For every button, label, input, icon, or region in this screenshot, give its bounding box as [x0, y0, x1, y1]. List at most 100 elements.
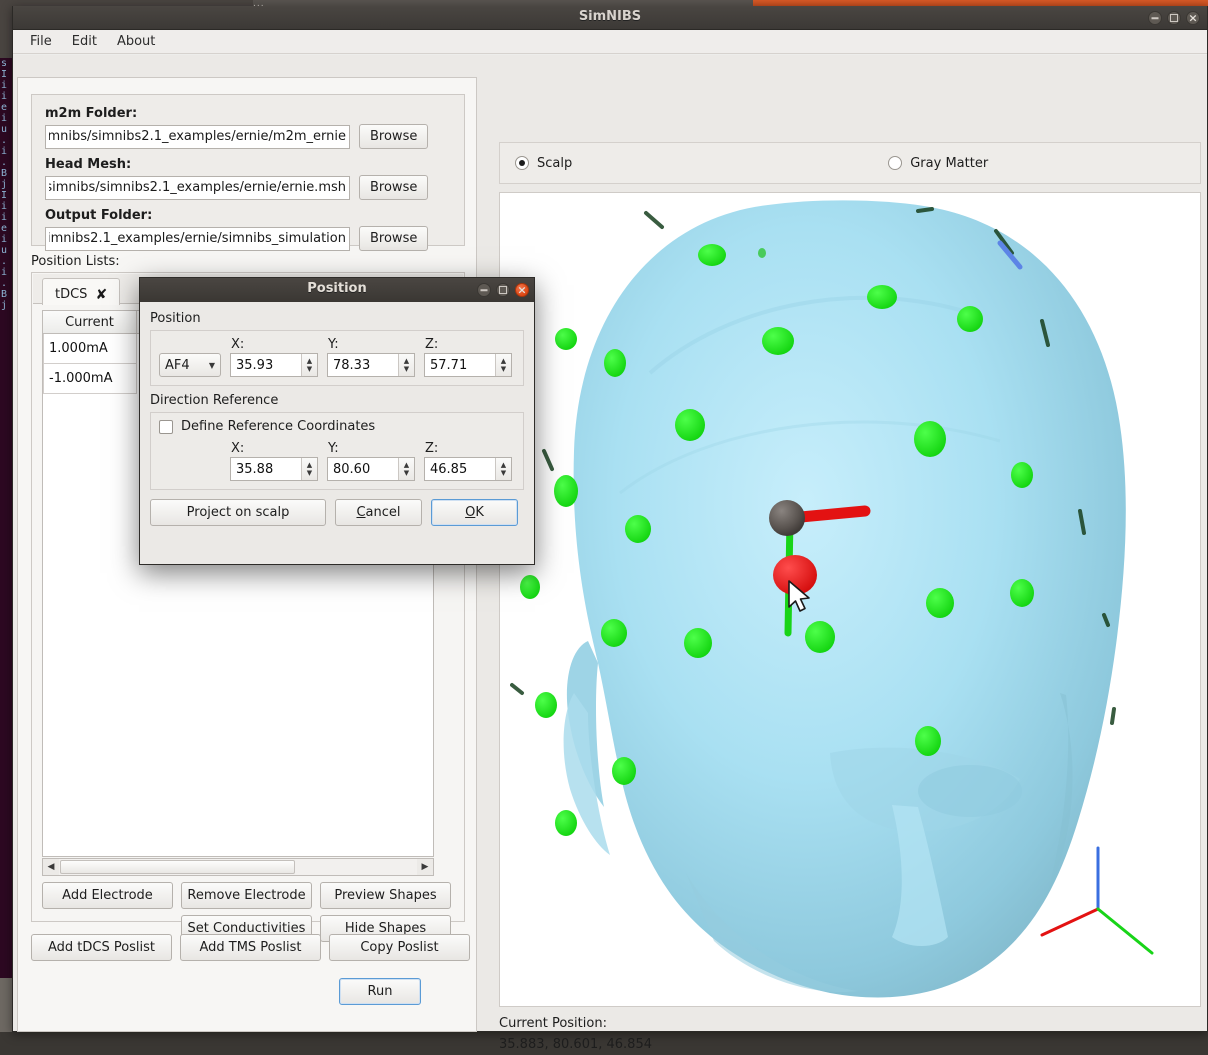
current-position-value: 35.883, 80.601, 46.854 [499, 1034, 1201, 1055]
reference-x-spinbox[interactable]: 35.88 ▲▼ [230, 457, 318, 481]
position-lists-label: Position Lists: [31, 254, 120, 269]
dialog-maximize-icon[interactable] [496, 283, 510, 297]
position-z-value[interactable]: 57.71 [425, 358, 495, 373]
position-x-spinbox[interactable]: 35.93 ▲▼ [230, 353, 318, 377]
dialog-minimize-icon[interactable] [477, 283, 491, 297]
add-tdcs-poslist-button[interactable]: Add tDCS Poslist [31, 934, 172, 961]
window-title: SimNIBS [13, 9, 1207, 24]
reference-x-stepper[interactable]: ▲▼ [301, 458, 317, 480]
right-panel: Scalp Gray Matter [495, 77, 1201, 1032]
table-horizontal-scrollbar[interactable]: ◀ ▶ [42, 858, 434, 876]
cell-current-1[interactable]: 1.000mA [43, 334, 137, 364]
reference-y-value[interactable]: 80.60 [328, 462, 398, 477]
scrollbar-thumb[interactable] [60, 860, 295, 874]
position-dialog-titlebar[interactable]: Position [140, 278, 534, 302]
radio-scalp[interactable]: Scalp [515, 156, 572, 171]
status-area: Current Position: 35.883, 80.601, 46.854 [499, 1013, 1201, 1055]
position-section-label: Position [150, 311, 524, 326]
maximize-icon[interactable] [1167, 11, 1181, 25]
dialog-buttons: Project on scalp Cancel OK [150, 499, 524, 526]
electrode-select[interactable]: AF4 ▼ [159, 353, 221, 377]
m2m-folder-input[interactable] [45, 125, 350, 149]
column-header-current: Current [43, 311, 137, 333]
scroll-left-icon[interactable]: ◀ [43, 859, 59, 875]
radio-gray-matter-label: Gray Matter [910, 156, 988, 171]
position-y-spinbox[interactable]: 78.33 ▲▼ [327, 353, 415, 377]
output-folder-browse-button[interactable]: Browse [359, 226, 428, 251]
reference-x-label: X: [231, 441, 328, 456]
copy-poslist-button[interactable]: Copy Poslist [329, 934, 470, 961]
view-mode-bar: Scalp Gray Matter [499, 142, 1201, 184]
electrode-select-value: AF4 [165, 358, 190, 373]
position-y-stepper[interactable]: ▲▼ [398, 354, 414, 376]
scroll-right-icon[interactable]: ▶ [417, 859, 433, 875]
paths-groupbox: m2m Folder: Browse Head Mesh: Browse [31, 94, 465, 246]
radio-gray-matter-icon[interactable] [888, 156, 902, 170]
position-y-label: Y: [328, 337, 425, 352]
chevron-down-icon: ▼ [209, 361, 215, 370]
head-mesh-input[interactable] [45, 176, 350, 200]
cancel-button[interactable]: Cancel [335, 499, 422, 526]
add-tms-poslist-button[interactable]: Add TMS Poslist [180, 934, 321, 961]
head-mesh-browse-button[interactable]: Browse [359, 175, 428, 200]
m2m-folder-browse-button[interactable]: Browse [359, 124, 428, 149]
reference-z-value[interactable]: 46.85 [425, 462, 495, 477]
output-folder-block: Output Folder: Browse [45, 208, 451, 251]
ok-button-rest: K [475, 505, 484, 520]
position-y-value[interactable]: 78.33 [328, 358, 398, 373]
reference-y-label: Y: [328, 441, 425, 456]
menu-item-edit[interactable]: Edit [63, 31, 106, 52]
direction-section-label: Direction Reference [150, 393, 524, 408]
output-folder-label: Output Folder: [45, 208, 451, 223]
project-on-scalp-button[interactable]: Project on scalp [150, 499, 326, 526]
ok-button[interactable]: OK [431, 499, 518, 526]
m2m-folder-block: m2m Folder: Browse [45, 106, 451, 149]
tab-tdcs-label: tDCS [55, 287, 87, 302]
position-dialog-body: Position X: Y: Z: AF4 ▼ 35.93 ▲▼ 78.33 [140, 302, 534, 535]
define-reference-coordinates-checkbox[interactable] [159, 420, 173, 434]
menu-bar: File Edit About [13, 30, 1207, 54]
background-terminal-window[interactable]: sIiieiu.i.BjIiieiu.i.Bj [0, 58, 12, 978]
minimize-icon[interactable] [1148, 11, 1162, 25]
reference-z-spinbox[interactable]: 46.85 ▲▼ [424, 457, 512, 481]
poslist-buttons: Add tDCS Poslist Add TMS Poslist Copy Po… [31, 934, 470, 961]
position-section-box: X: Y: Z: AF4 ▼ 35.93 ▲▼ 78.33 ▲▼ 57.7 [150, 330, 524, 386]
position-z-label: Z: [425, 337, 438, 352]
define-reference-coordinates-row[interactable]: Define Reference Coordinates [159, 419, 515, 434]
define-reference-coordinates-label: Define Reference Coordinates [181, 419, 375, 434]
add-electrode-button[interactable]: Add Electrode [42, 882, 173, 909]
position-x-value[interactable]: 35.93 [231, 358, 301, 373]
radio-gray-matter[interactable]: Gray Matter [888, 156, 988, 171]
head-3d-render-view[interactable] [499, 192, 1201, 1007]
menu-item-file[interactable]: File [21, 31, 61, 52]
dialog-close-icon[interactable] [515, 283, 529, 297]
cell-current-2[interactable]: -1.000mA [43, 364, 137, 394]
position-dialog: Position Position X: Y: Z: AF4 ▼ 35.93 [139, 277, 535, 565]
window-controls [1148, 11, 1200, 25]
position-dialog-controls [477, 283, 529, 297]
position-dialog-title: Position [140, 281, 534, 296]
menu-item-about[interactable]: About [108, 31, 164, 52]
radio-scalp-icon[interactable] [515, 156, 529, 170]
run-button[interactable]: Run [339, 978, 421, 1005]
output-folder-input[interactable] [45, 227, 350, 251]
close-icon[interactable] [1186, 11, 1200, 25]
desktop-bottom-strip [0, 978, 12, 1032]
direction-section-box: Define Reference Coordinates X: Y: Z: 35… [150, 412, 524, 490]
window-titlebar[interactable]: SimNIBS [13, 6, 1207, 30]
tab-tdcs[interactable]: tDCS ✘ [42, 278, 120, 305]
position-handle-sphere [769, 500, 805, 536]
position-x-stepper[interactable]: ▲▼ [301, 354, 317, 376]
position-z-spinbox[interactable]: 57.71 ▲▼ [424, 353, 512, 377]
position-z-stepper[interactable]: ▲▼ [495, 354, 511, 376]
reference-y-spinbox[interactable]: 80.60 ▲▼ [327, 457, 415, 481]
head-mesh-block: Head Mesh: Browse [45, 157, 451, 200]
head-model-svg [500, 193, 1201, 1007]
tab-close-icon[interactable]: ✘ [95, 287, 107, 303]
current-position-label: Current Position: [499, 1013, 1201, 1034]
preview-shapes-button[interactable]: Preview Shapes [320, 882, 451, 909]
remove-electrode-button[interactable]: Remove Electrode [181, 882, 312, 909]
reference-x-value[interactable]: 35.88 [231, 462, 301, 477]
reference-y-stepper[interactable]: ▲▼ [398, 458, 414, 480]
reference-z-stepper[interactable]: ▲▼ [495, 458, 511, 480]
